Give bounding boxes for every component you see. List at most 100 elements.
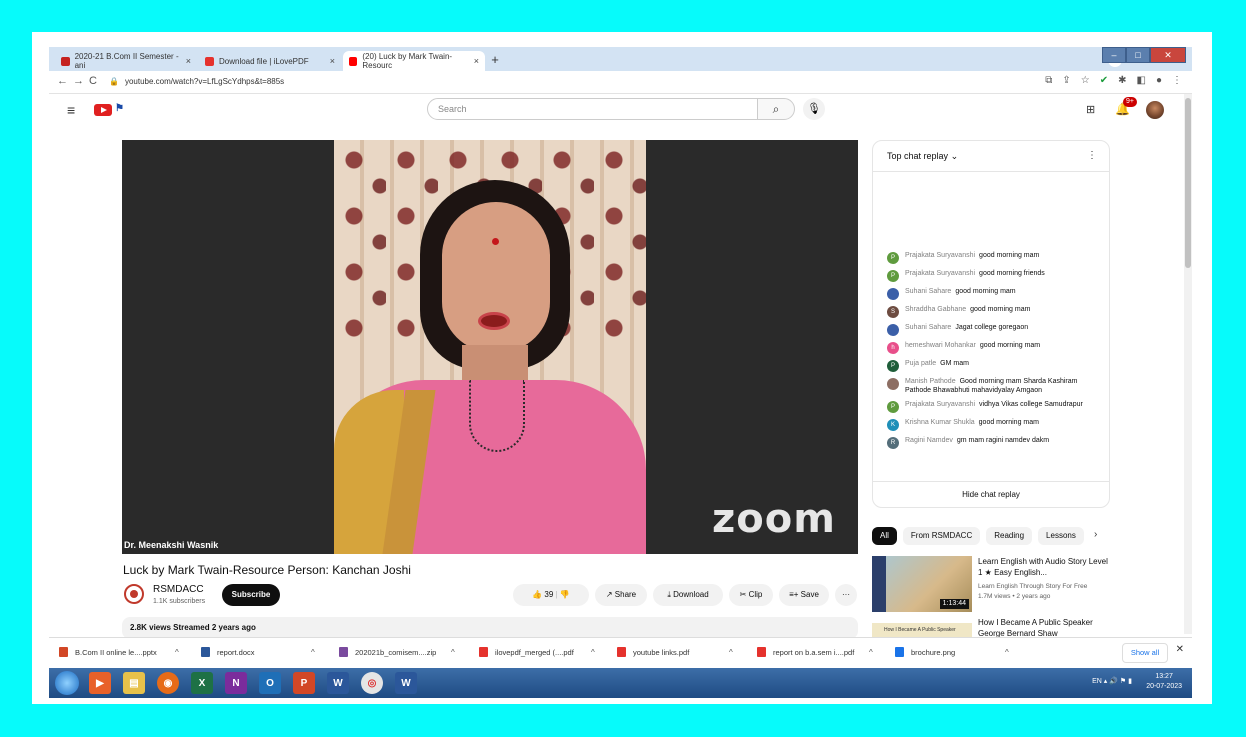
sidepanel-icon[interactable]: ◧ [1137, 75, 1146, 86]
chevron-up-icon[interactable]: ^ [1005, 648, 1009, 657]
hide-chat-button[interactable]: Hide chat replay [873, 481, 1109, 508]
download-item[interactable]: brochure.png ^ [895, 647, 1009, 657]
chat-author[interactable]: Ragini Namdev [905, 437, 953, 444]
search-icon[interactable]: ⌕ [757, 98, 795, 120]
reload-icon[interactable]: C [89, 75, 97, 87]
chat-author[interactable]: Suhani Sahare [905, 288, 951, 295]
thumbs-up-icon[interactable]: 👍 [532, 590, 542, 599]
like-count[interactable]: 39 [544, 590, 553, 599]
chat-author[interactable]: Suhani Sahare [905, 324, 951, 331]
download-item[interactable]: B.Com II online le....pptx ^ [59, 647, 179, 657]
chevron-right-icon[interactable]: › [1094, 529, 1097, 540]
channel-name[interactable]: RSMDACC [153, 584, 204, 595]
profile-icon[interactable]: ● [1156, 75, 1162, 86]
show-all-button[interactable]: Show all [1122, 643, 1168, 663]
tab-youtube[interactable]: (20) Luck by Mark Twain-Resourc × [343, 51, 485, 71]
tray-icons[interactable]: ▴ 🔊 ⚑ ▮ [1104, 678, 1132, 685]
chat-author[interactable]: Prajakata Suryavanshi [905, 401, 975, 408]
download-item[interactable]: ilovepdf_merged (....pdf ^ [479, 647, 595, 657]
chevron-up-icon[interactable]: ^ [451, 648, 455, 657]
chat-avatar[interactable]: P [887, 401, 899, 413]
chat-avatar[interactable]: h [887, 342, 899, 354]
channel-avatar[interactable] [124, 584, 144, 604]
chat-avatar[interactable]: P [887, 270, 899, 282]
download-button[interactable]: ⤓ Download [653, 584, 723, 606]
minimize-button[interactable]: – [1102, 47, 1126, 63]
bookmark-star-icon[interactable]: ☆ [1081, 75, 1090, 86]
download-item[interactable]: report on b.a.sem i....pdf ^ [757, 647, 873, 657]
powerpoint-icon[interactable]: P [293, 672, 315, 694]
save-button[interactable]: ≡+ Save [779, 584, 829, 606]
forward-icon[interactable]: → [73, 75, 84, 87]
search-input[interactable]: Search [427, 98, 758, 120]
close-icon[interactable]: ✕ [1176, 644, 1184, 655]
window-close-button[interactable]: ✕ [1150, 47, 1186, 63]
share-page-icon[interactable]: ⇪ [1062, 75, 1070, 86]
close-icon[interactable]: × [330, 56, 335, 66]
avatar[interactable] [1146, 101, 1164, 119]
chip-lessons[interactable]: Lessons [1038, 527, 1084, 545]
chat-avatar[interactable]: P [887, 360, 899, 372]
tab-gmail[interactable]: 2020-21 B.Com II Semester - ani × [55, 51, 197, 71]
chip-all[interactable]: All [872, 527, 897, 545]
chat-author[interactable]: Manish Pathode [905, 378, 956, 385]
create-icon[interactable]: ⊞ [1086, 103, 1095, 116]
menu-icon[interactable]: ≡ [67, 102, 75, 118]
back-icon[interactable]: ← [57, 75, 68, 87]
chevron-up-icon[interactable]: ^ [591, 648, 595, 657]
chat-author[interactable]: Prajakata Suryavanshi [905, 270, 975, 277]
extension-check-icon[interactable]: ✔ [1100, 75, 1108, 86]
chat-avatar[interactable] [887, 324, 899, 336]
close-icon[interactable]: × [474, 56, 479, 66]
share-button[interactable]: ↗ Share [595, 584, 647, 606]
chat-avatar[interactable] [887, 378, 899, 390]
start-button[interactable] [55, 671, 79, 695]
chat-avatar[interactable] [887, 288, 899, 300]
chevron-up-icon[interactable]: ^ [729, 648, 733, 657]
word-icon[interactable]: W [327, 672, 349, 694]
recommended-thumbnail[interactable]: 1:13:44 [872, 556, 972, 612]
thumbs-down-icon[interactable]: 👎 [560, 590, 570, 599]
page-scrollbar[interactable] [1184, 94, 1192, 634]
file-explorer-icon[interactable]: ▤ [123, 672, 145, 694]
chevron-up-icon[interactable]: ^ [869, 648, 873, 657]
clock[interactable]: 13:27 20-07-2023 [1146, 672, 1182, 692]
install-icon[interactable]: ⧉ [1045, 75, 1052, 86]
extensions-puzzle-icon[interactable]: ✱ [1118, 75, 1126, 86]
recommended-title[interactable]: How I Became A Public Speaker George Ber… [978, 617, 1108, 637]
onenote-icon[interactable]: N [225, 672, 247, 694]
url-field[interactable]: 🔒 youtube.com/watch?v=LfLgScYdhps&t=885s [109, 74, 284, 90]
chrome-icon[interactable]: ◎ [361, 672, 383, 694]
download-item[interactable]: youtube links.pdf ^ [617, 647, 733, 657]
new-tab-button[interactable]: + [487, 52, 503, 68]
firefox-icon[interactable]: ◉ [157, 672, 179, 694]
chat-avatar[interactable]: S [887, 306, 899, 318]
chat-author[interactable]: Krishna Kumar Shukla [905, 419, 975, 426]
maximize-button[interactable]: □ [1126, 47, 1150, 63]
clip-button[interactable]: ✂ Clip [729, 584, 773, 606]
recommended-title[interactable]: Learn English with Audio Story Level 1 ★… [978, 556, 1108, 578]
media-player-icon[interactable]: ▶ [89, 672, 111, 694]
browser-menu-icon[interactable]: ⋮ [1172, 75, 1182, 86]
chat-author[interactable]: Shraddha Gabhane [905, 306, 966, 313]
chip-reading[interactable]: Reading [986, 527, 1033, 545]
excel-icon[interactable]: X [191, 672, 213, 694]
more-vert-icon[interactable]: ⋮ [1087, 150, 1097, 161]
chip-from-channel[interactable]: From RSMDACC [902, 527, 981, 545]
more-actions-button[interactable]: ··· [835, 584, 857, 606]
chevron-up-icon[interactable]: ^ [175, 648, 179, 657]
tab-ilovepdf[interactable]: Download file | iLovePDF × [199, 51, 341, 71]
language-indicator[interactable]: EN [1092, 678, 1102, 685]
download-item[interactable]: 202021b_comisem....zip ^ [339, 647, 455, 657]
download-item[interactable]: report.docx ^ [201, 647, 315, 657]
chat-avatar[interactable]: P [887, 252, 899, 264]
mic-icon[interactable]: 🎙 [803, 98, 825, 120]
chat-avatar[interactable]: R [887, 437, 899, 449]
subscribe-button[interactable]: Subscribe [222, 584, 280, 606]
word-icon[interactable]: W [395, 672, 417, 694]
chat-author[interactable]: hemeshwari Mohankar [905, 342, 976, 349]
close-icon[interactable]: × [186, 56, 191, 66]
chevron-up-icon[interactable]: ^ [311, 648, 315, 657]
video-player[interactable]: zoom Dr. Meenakshi Wasnik [122, 140, 858, 554]
chat-mode-dropdown[interactable]: Top chat replay ⌄ [887, 151, 958, 162]
